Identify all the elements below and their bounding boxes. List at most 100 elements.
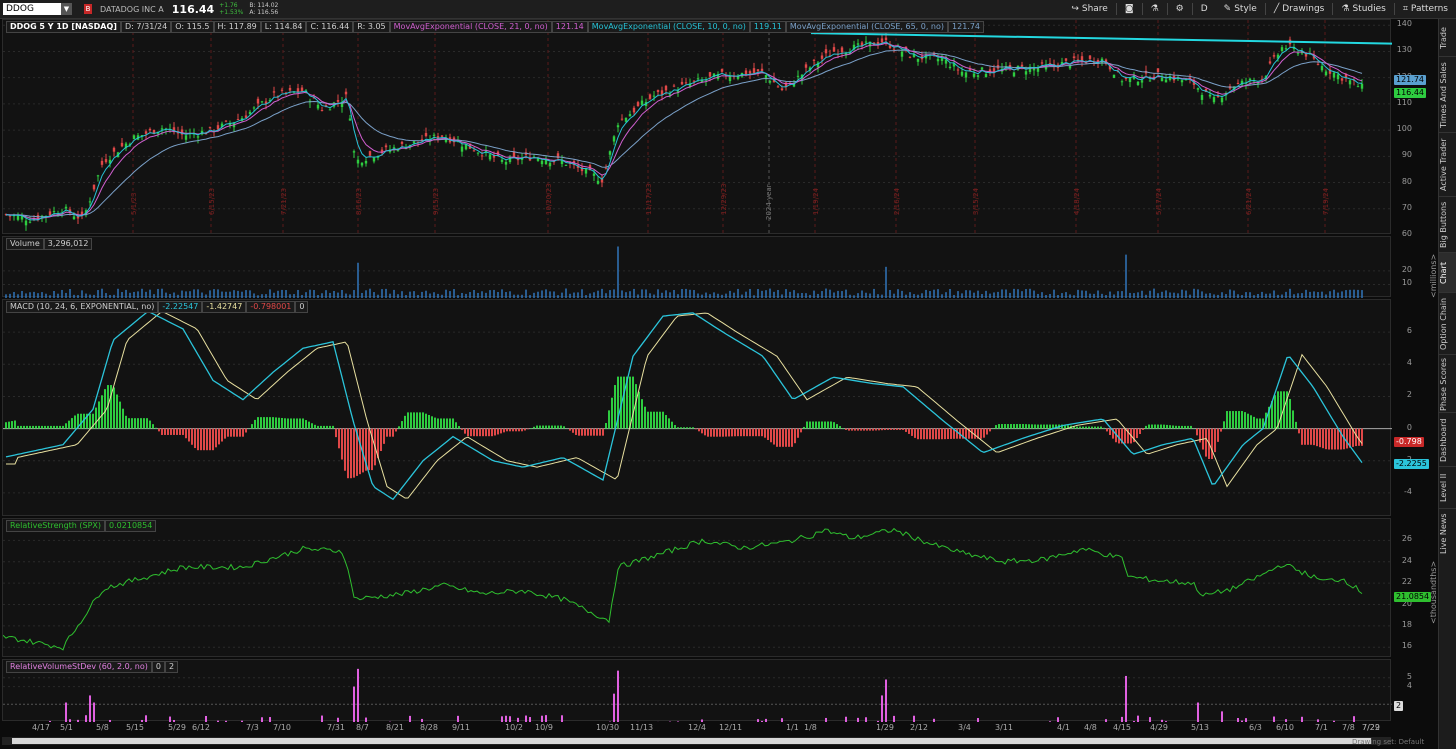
macd-histogram-bar bbox=[89, 413, 91, 429]
ma10-label[interactable]: MovAvgExponential (CLOSE, 10, 0, no) bbox=[587, 21, 750, 33]
ma21-label[interactable]: MovAvgExponential (CLOSE, 21, 0, no) bbox=[389, 21, 552, 33]
patterns-button[interactable]: ⌗ Patterns bbox=[1395, 0, 1456, 18]
candle-body bbox=[948, 66, 952, 69]
candle-body bbox=[500, 159, 504, 162]
macd-histogram-bar bbox=[587, 428, 589, 436]
volume-bar bbox=[85, 293, 87, 298]
macd-histogram-bar bbox=[803, 426, 805, 429]
chevron-down-icon[interactable]: ▼ bbox=[61, 3, 72, 15]
macd-histogram-bar bbox=[878, 428, 880, 431]
volume-bar bbox=[205, 294, 207, 298]
macd-histogram-bar bbox=[1337, 428, 1339, 450]
macd-histogram-bar bbox=[1280, 391, 1282, 429]
settings-button[interactable]: ⚙ bbox=[1168, 0, 1192, 18]
rv-axis[interactable]: 54 bbox=[1392, 659, 1438, 721]
macd-histogram-bar bbox=[203, 428, 205, 451]
relative-volume-chart bbox=[3, 668, 1392, 722]
volume-bar bbox=[645, 289, 647, 298]
tab-option-chain[interactable]: Option Chain bbox=[1439, 292, 1456, 355]
volume-bar bbox=[1265, 293, 1267, 298]
candle-body bbox=[1272, 55, 1276, 57]
flask-button[interactable]: ⚗ bbox=[1143, 0, 1167, 18]
volume-bar bbox=[269, 289, 271, 298]
date-mark-label: 7/19/24 bbox=[1322, 187, 1330, 215]
macd-histogram-bar bbox=[728, 428, 730, 437]
macd-histogram-bar bbox=[464, 428, 466, 434]
symbol-input[interactable]: DDOG ▼ bbox=[3, 3, 72, 15]
macd-histogram-bar bbox=[1295, 421, 1297, 429]
macd-label[interactable]: MACD (10, 24, 6, EXPONENTIAL, no) bbox=[6, 301, 159, 313]
timeframe-button[interactable]: D bbox=[1193, 0, 1216, 18]
volume-pane[interactable]: Volume 3,296,012 bbox=[2, 236, 1392, 298]
macd-histogram-bar bbox=[812, 421, 814, 429]
tab-active-trader[interactable]: Active Trader bbox=[1439, 132, 1456, 197]
rs-value-tag: 21.0854 bbox=[1394, 592, 1432, 602]
macd-histogram-bar bbox=[1289, 398, 1291, 429]
volume-bar bbox=[969, 290, 971, 298]
rs-label[interactable]: RelativeStrength (SPX) bbox=[6, 520, 106, 532]
tab-level-ii[interactable]: Level II bbox=[1439, 466, 1456, 509]
tab-trade[interactable]: Trade bbox=[1439, 18, 1456, 57]
tab-phase-scores[interactable]: Phase Scores bbox=[1439, 354, 1456, 413]
macd-histogram-bar bbox=[755, 428, 757, 437]
price-pane[interactable]: 5/1/23 6/15/23 7/21/23 8/16/23 9/15/23 10/20/… bbox=[2, 19, 1392, 235]
macd-histogram-bar bbox=[917, 428, 919, 440]
macd-histogram-bar bbox=[656, 411, 658, 429]
studies-button[interactable]: ⚗ Studies bbox=[1333, 0, 1393, 18]
ma65-label[interactable]: MovAvgExponential (CLOSE, 65, 0, no) bbox=[785, 21, 949, 33]
macd-histogram-bar bbox=[1334, 428, 1336, 450]
volume-bar bbox=[201, 292, 203, 298]
candle-body bbox=[756, 69, 760, 72]
share-button[interactable]: ↪ Share bbox=[1063, 0, 1116, 18]
tab-dashboard[interactable]: Dashboard bbox=[1439, 412, 1456, 467]
scroll-thumb[interactable] bbox=[12, 738, 1371, 744]
volume-bar bbox=[1305, 289, 1307, 298]
macd-histogram-bar bbox=[920, 428, 922, 440]
macd-histogram-bar bbox=[332, 425, 334, 429]
tab-times-and-sales[interactable]: Times And Sales bbox=[1439, 56, 1456, 133]
volume-bar bbox=[297, 289, 299, 298]
macd-histogram-bar bbox=[794, 428, 796, 444]
price-chart[interactable]: 5/1/23 6/15/23 7/21/23 8/16/23 9/15/23 10/20/… bbox=[3, 20, 1392, 235]
volume-bar bbox=[1081, 290, 1083, 298]
volume-bar bbox=[901, 290, 903, 298]
macd-histogram-bar bbox=[80, 413, 82, 429]
volume-bar bbox=[65, 292, 67, 298]
candle-body bbox=[1248, 78, 1252, 81]
time-axis[interactable]: 4/17 5/1 5/8 5/15 5/29 6/12 7/3 7/10 7/31 8/7 8/21… bbox=[2, 721, 1391, 735]
volume-bar bbox=[433, 292, 435, 298]
macd-histogram-bar bbox=[659, 411, 661, 429]
axis-tick-label: 22 bbox=[1401, 577, 1412, 587]
candle-body bbox=[1196, 88, 1200, 90]
chart-scrollbar[interactable] bbox=[2, 737, 1391, 745]
relative-volume-pane[interactable]: RelativeVolumeStDev (60, 2.0, no) 0 2 bbox=[2, 659, 1392, 722]
macd-histogram-bar bbox=[1166, 424, 1168, 429]
candle-body bbox=[1072, 56, 1076, 59]
relative-strength-pane[interactable]: RelativeStrength (SPX) 0.0210854 bbox=[2, 518, 1392, 657]
macd-histogram-bar bbox=[452, 418, 454, 429]
tab-big-buttons[interactable]: Big Buttons bbox=[1439, 196, 1456, 253]
volume-bar bbox=[821, 291, 823, 298]
volume-bar bbox=[149, 289, 151, 298]
macd-axis[interactable]: 6420-2-4 bbox=[1392, 299, 1438, 516]
macd-histogram-bar bbox=[956, 428, 958, 439]
style-button[interactable]: ✎ Style bbox=[1216, 0, 1265, 18]
candle-body bbox=[260, 101, 264, 103]
tab-live-news[interactable]: Live News bbox=[1439, 508, 1456, 559]
volume-bar bbox=[1301, 293, 1303, 298]
price-axis[interactable]: 14013012011010090807060 bbox=[1392, 19, 1438, 238]
macd-pane[interactable]: MACD (10, 24, 6, EXPONENTIAL, no) -2.225… bbox=[2, 299, 1392, 516]
rv-label[interactable]: RelativeVolumeStDev (60, 2.0, no) bbox=[6, 661, 152, 673]
snapshot-button[interactable]: ◙ bbox=[1117, 0, 1142, 18]
macd-histogram-bar bbox=[164, 428, 166, 435]
macd-histogram-bar bbox=[830, 421, 832, 429]
volume-bar bbox=[301, 294, 303, 298]
candle-body bbox=[88, 201, 92, 203]
candle-body bbox=[460, 146, 464, 152]
tab-chart[interactable]: Chart bbox=[1439, 252, 1456, 293]
macd-histogram-bar bbox=[398, 426, 400, 429]
candle-body bbox=[1128, 77, 1132, 83]
time-axis-label: 7/3 bbox=[246, 723, 259, 732]
drawings-button[interactable]: ╱ Drawings bbox=[1266, 0, 1333, 18]
candle-body bbox=[1208, 94, 1212, 97]
